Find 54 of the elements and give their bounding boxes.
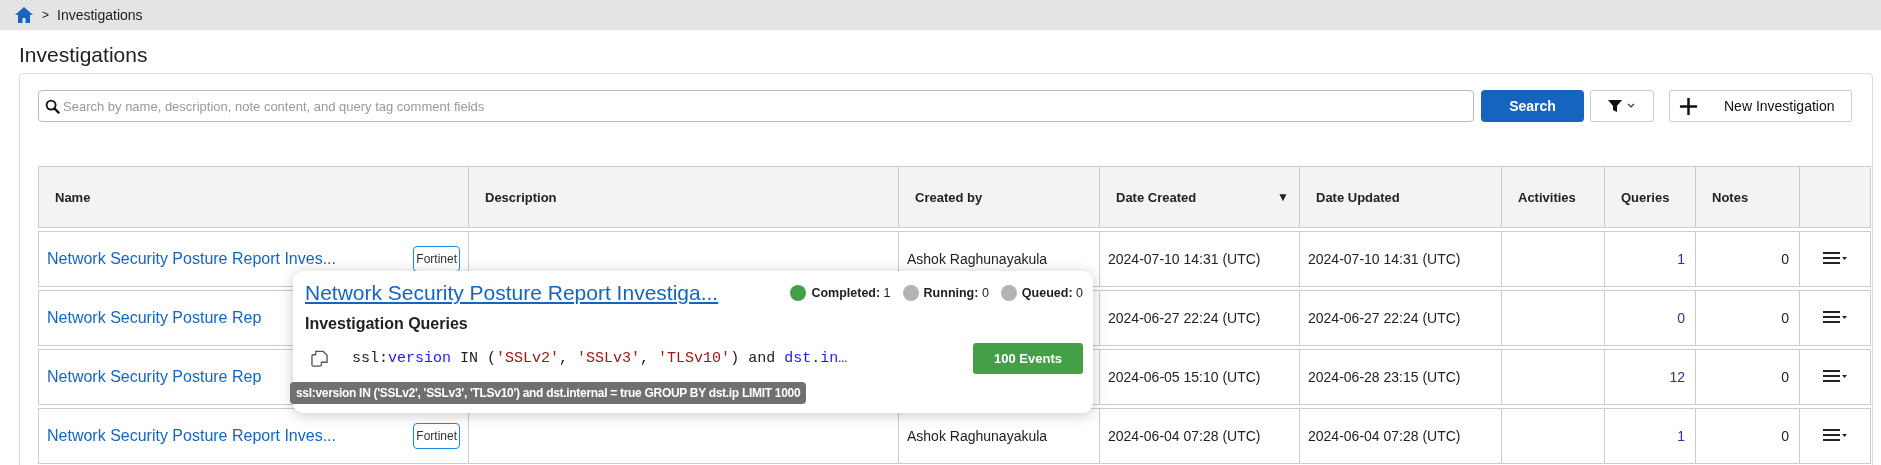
queries-count[interactable]: 1 [1677,428,1685,444]
table-cell: 2024-06-27 22:24 (UTC) [1308,310,1461,326]
filter-icon [1607,99,1637,113]
investigation-link[interactable]: Network Security Posture Rep [47,309,262,327]
queries-count[interactable]: 1 [1677,251,1685,267]
tooltip: ssl:version IN ('SSLv2', 'SSLv3', 'TLSv10') and dst.internal = true GROUP BY dst.ip LIMIT 1000 [290,382,807,404]
table-cell: 2024-06-28 23:15 (UTC) [1308,369,1461,385]
table-cell: 0 [1781,310,1789,326]
column-header[interactable]: Date Created ▼ [1099,166,1299,228]
investigation-link[interactable]: Network Security Posture Rep [47,368,262,386]
column-header[interactable]: Date Updated [1299,166,1501,228]
queries-count[interactable]: 0 [1677,310,1685,326]
table-cell: Ashok Raghunayakula [907,251,1048,267]
section-heading: Investigation Queries [305,315,469,333]
menu-icon[interactable] [1822,368,1848,383]
menu-icon[interactable] [1822,250,1848,265]
table-cell: 0 [1781,428,1789,444]
status-count: Completed: 1 [811,286,891,300]
home-icon[interactable] [14,6,34,24]
table-cell: 2024-06-05 15:10 (UTC) [1108,369,1261,385]
queries-count[interactable]: 12 [1669,369,1685,385]
breadcrumb-item: Investigations [57,7,143,23]
table-cell: 2024-06-04 07:28 (UTC) [1308,428,1461,444]
table-cell: 2024-07-10 14:31 (UTC) [1308,251,1461,267]
table-cell: 0 [1781,251,1789,267]
search-field[interactable]: Search by name, description, note content, and query tag comment fields [38,90,1474,122]
table-cell: 2024-06-27 22:24 (UTC) [1108,310,1261,326]
column-header[interactable]: Description [468,166,898,228]
column-header[interactable]: Activities [1501,166,1604,228]
status-count: Queued: 0 [1021,286,1083,300]
copy-icon[interactable] [311,350,328,367]
table-cell: Ashok Raghunayakula [907,428,1048,444]
column-header[interactable]: Notes [1695,166,1799,228]
investigation-link[interactable]: Network Security Posture Report Inves... [47,427,336,445]
new-investigation-button[interactable]: New Investigation [1669,90,1852,122]
filter-button[interactable] [1590,90,1654,122]
search-button[interactable]: Search [1481,90,1584,122]
investigation-link[interactable]: Network Security Posture Report Investiga... [305,281,719,305]
table-cell: 2024-06-04 07:28 (UTC) [1108,428,1261,444]
query-text: ssl:version IN ('SSLv2', 'SSLv3', 'TLSv10') and dst.in… [352,350,849,367]
column-header[interactable]: Created by [898,166,1099,228]
search-icon [45,99,60,114]
menu-icon[interactable] [1822,309,1848,324]
page-title: Investigations [18,42,149,68]
status-count: Running: 0 [923,286,989,300]
column-header[interactable]: Name [38,166,468,228]
breadcrumb-separator: > [42,8,49,22]
tag: Fortinet [413,423,460,449]
column-header[interactable]: Queries [1604,166,1695,228]
plus-icon [1679,96,1698,116]
table-cell: 2024-07-10 14:31 (UTC) [1108,251,1261,267]
menu-icon[interactable] [1822,427,1848,442]
table-cell: 0 [1781,369,1789,385]
investigation-link[interactable]: Network Security Posture Report Inves... [47,250,336,268]
